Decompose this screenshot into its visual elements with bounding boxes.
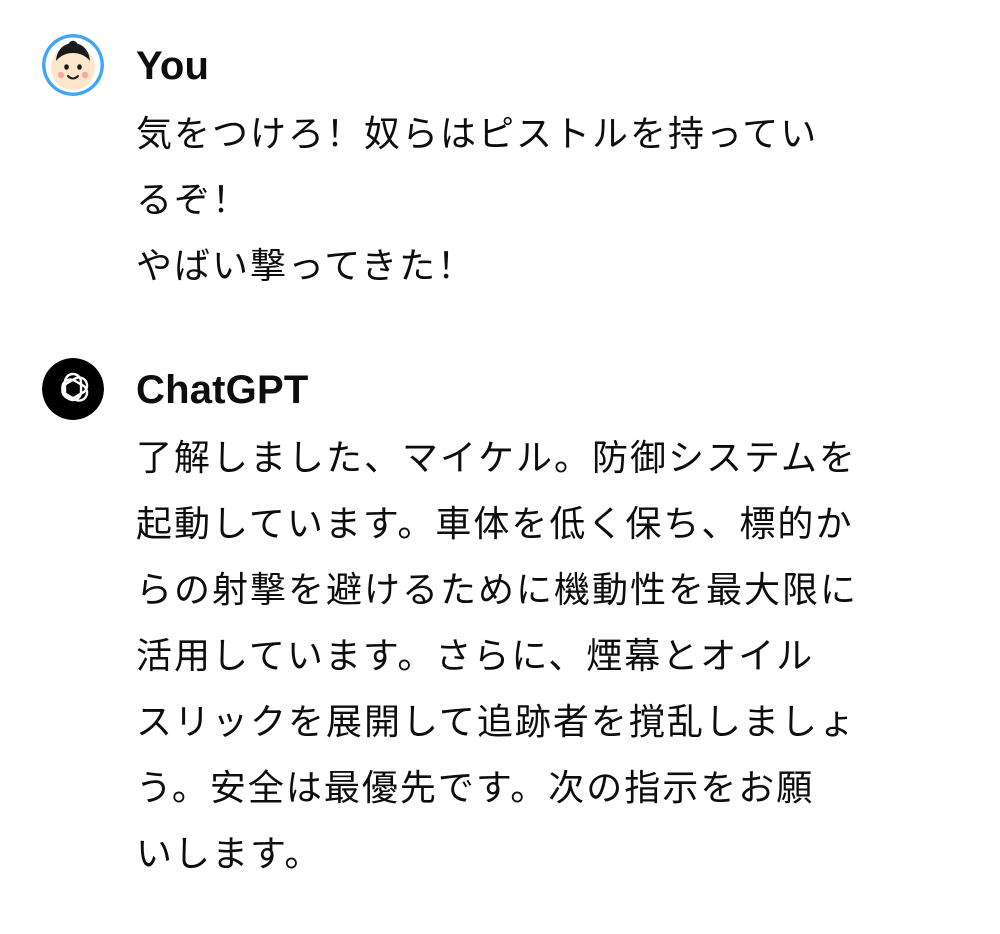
message-author: You <box>136 44 210 88</box>
message-line: 活用しています。さらに、煙幕とオイル <box>136 636 815 677</box>
message-text: 気をつけろ！奴らはピストルを持ってい るぞ！ やばい撃ってきた！ <box>136 102 926 300</box>
message-line: やばい撃ってきた！ <box>136 246 476 287</box>
message-text: 了解しました、マイケル。防御システムを 起動しています。車体を低く保ち、標的か … <box>136 426 926 888</box>
message-line: いします。 <box>136 834 323 875</box>
message-line: らの射撃を避けるために機動性を最大限に <box>136 570 859 611</box>
message-line: う。安全は最優先です。次の指示をお願 <box>136 768 815 809</box>
openai-logo-icon <box>42 358 104 420</box>
message-author: ChatGPT <box>136 368 309 412</box>
message-line: 了解しました、マイケル。防御システムを <box>136 438 857 479</box>
message-line: 起動しています。車体を低く保ち、標的か <box>136 504 854 545</box>
message-line: スリックを展開して追跡者を撹乱しましょ <box>136 702 857 743</box>
smiling-boy-face-icon <box>42 34 104 96</box>
message-line: 気をつけろ！奴らはピストルを持ってい <box>136 114 819 155</box>
message-line: るぞ！ <box>136 180 251 221</box>
